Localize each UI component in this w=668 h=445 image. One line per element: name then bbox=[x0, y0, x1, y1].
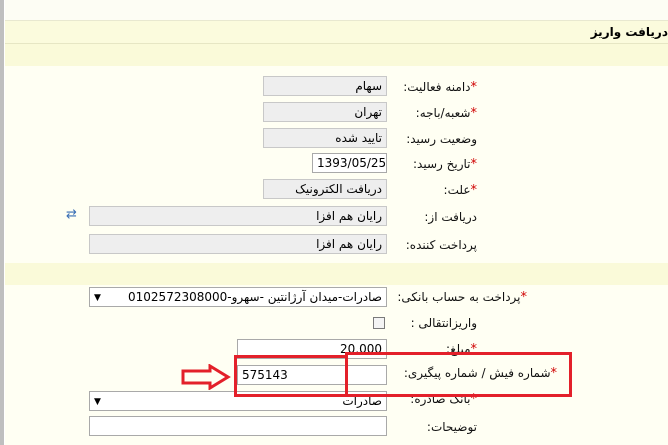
bank-account-label: *پرداخت به حساب بانکی: bbox=[397, 290, 527, 305]
reason-label: *علت: bbox=[443, 183, 477, 198]
payer-field: رایان هم افزا bbox=[89, 234, 387, 254]
highlight-box-inner bbox=[234, 355, 348, 397]
bank-account-select[interactable]: صادرات-میدان آرژانتین -سهرو-010257230800… bbox=[89, 287, 387, 307]
right-arrow-icon bbox=[181, 364, 231, 390]
receipt-date-input[interactable]: 1393/05/25 bbox=[312, 153, 387, 173]
window-frame bbox=[0, 0, 4, 445]
form-band-top bbox=[5, 44, 668, 66]
activity-domain-field: سهام bbox=[263, 76, 387, 96]
payer-label: پرداخت کننده: bbox=[405, 238, 477, 252]
form-band-middle bbox=[5, 263, 668, 285]
form-header: دریافت واریز bbox=[5, 21, 668, 44]
top-strip bbox=[5, 0, 668, 21]
receipt-status-label: وضعیت رسید: bbox=[406, 132, 477, 146]
chevron-down-icon[interactable]: ▼ bbox=[94, 289, 101, 306]
received-from-field: رایان هم افزا bbox=[89, 206, 387, 226]
form-title: دریافت واریز bbox=[590, 25, 668, 39]
highlight-box-outer bbox=[345, 352, 572, 397]
branch-field: تهران bbox=[263, 102, 387, 122]
received-from-label: دریافت از: bbox=[424, 210, 477, 224]
receipt-status-field: تایید شده bbox=[263, 128, 387, 148]
receipt-date-label: *تاریخ رسید: bbox=[412, 157, 477, 172]
transfer-checkbox[interactable] bbox=[373, 317, 385, 329]
transfer-label: واریزانتقالی : bbox=[410, 316, 477, 330]
chevron-down-icon[interactable]: ▼ bbox=[94, 393, 101, 410]
reason-field: دریافت الکترونیک bbox=[263, 179, 387, 199]
description-label: توضیحات: bbox=[426, 420, 477, 434]
branch-label: *شعبه/باجه: bbox=[415, 106, 477, 121]
activity-domain-label: *دامنه فعالیت: bbox=[403, 80, 477, 95]
description-input[interactable] bbox=[89, 416, 387, 436]
swap-arrows-icon[interactable]: ⇄ bbox=[66, 207, 77, 222]
